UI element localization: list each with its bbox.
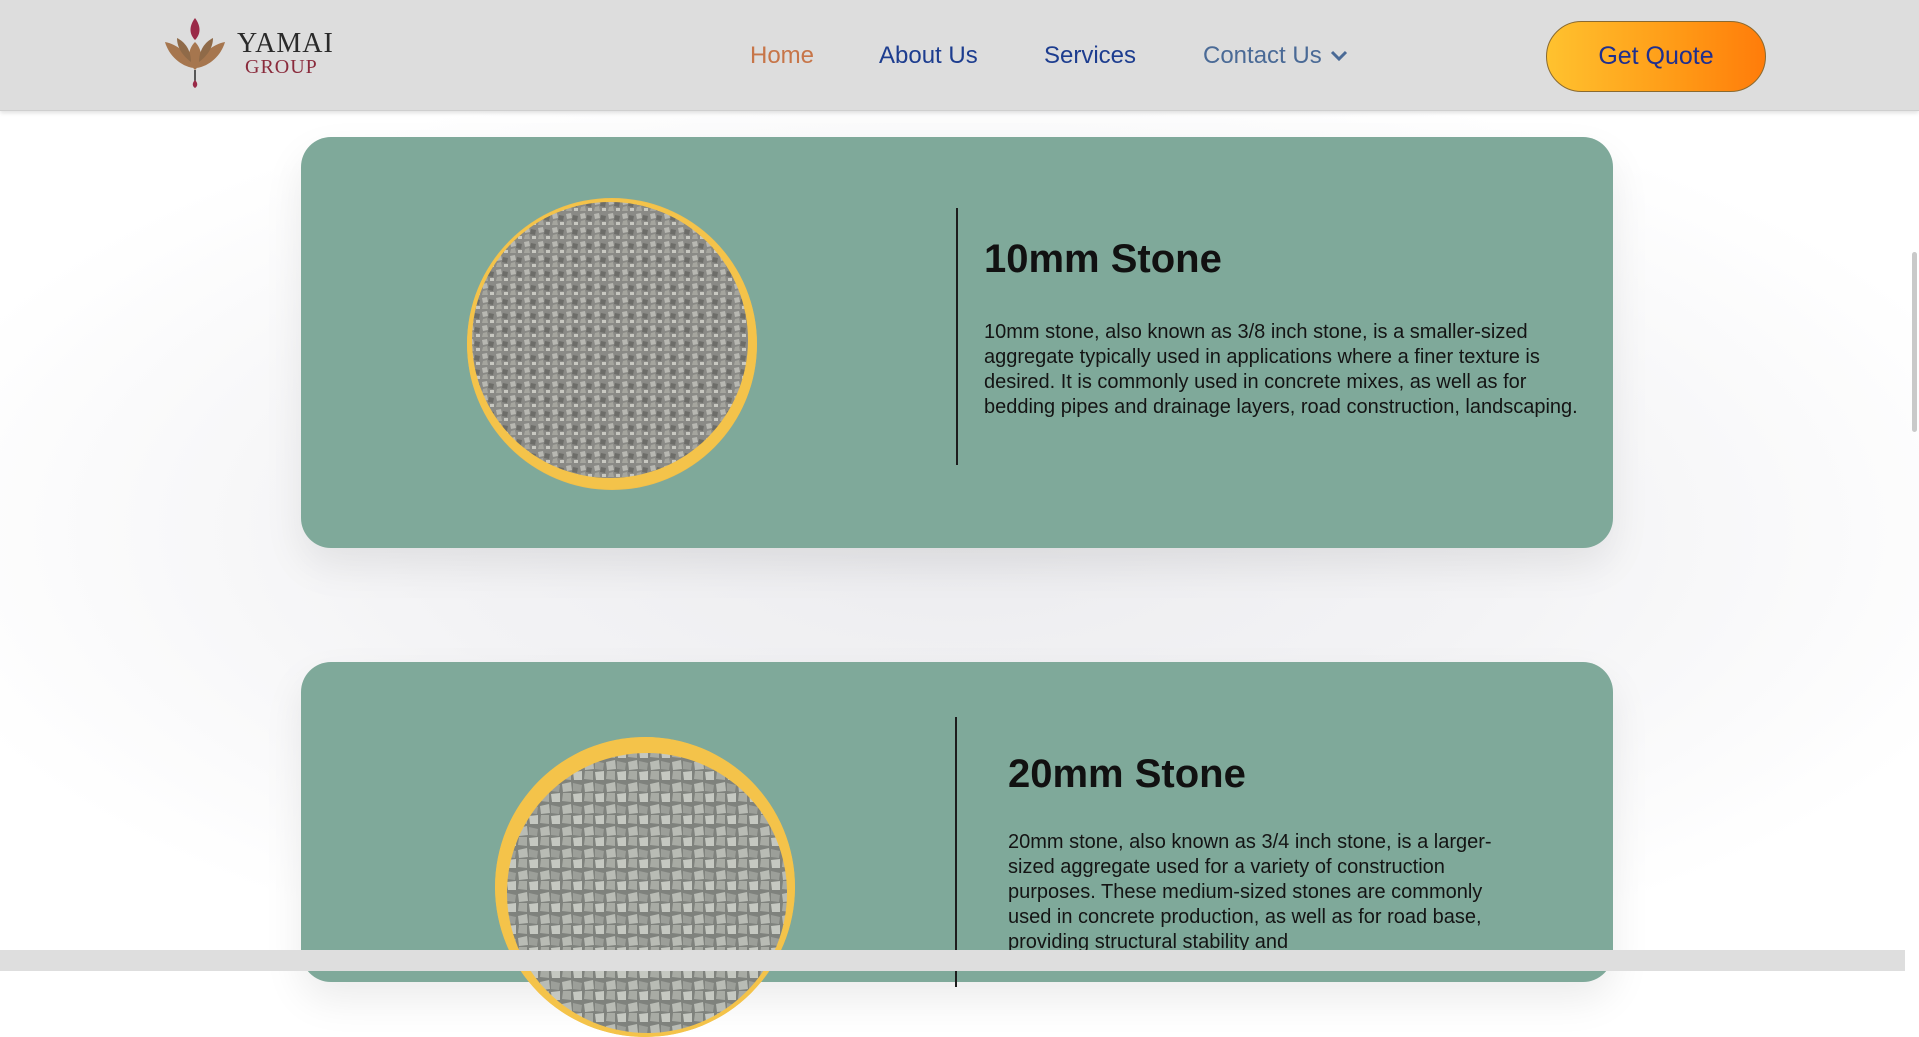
product-title: 20mm Stone: [1008, 752, 1246, 796]
site-header: YAMAI GROUP Home About Us Services Conta…: [0, 0, 1919, 111]
chevron-down-icon: [1330, 50, 1347, 62]
product-title: 10mm Stone: [984, 237, 1222, 281]
nav-contact-us[interactable]: Contact Us: [1203, 42, 1348, 70]
get-quote-button[interactable]: Get Quote: [1546, 21, 1766, 92]
nav-contact-label: Contact Us: [1203, 42, 1322, 69]
product-description: 20mm stone, also known as 3/4 inch stone…: [1008, 831, 1492, 953]
nav-services[interactable]: Services: [1044, 42, 1136, 70]
horizontal-scrollbar[interactable]: [0, 950, 1905, 971]
product-description: 10mm stone, also known as 3/8 inch stone…: [984, 321, 1578, 418]
product-card: 20mm Stone 20mm stone, also known as 3/4…: [301, 662, 1613, 1037]
brand-logo[interactable]: YAMAI GROUP: [155, 12, 345, 92]
gravel-bowl-image: [467, 198, 757, 490]
product-card: 10mm Stone 10mm stone, also known as 3/8…: [301, 137, 1613, 548]
gravel-bowl-image: [495, 737, 795, 1037]
vertical-scrollbar-thumb[interactable]: [1912, 252, 1917, 432]
card-divider: [955, 717, 957, 987]
nav-home[interactable]: Home: [750, 42, 814, 70]
card-divider: [956, 208, 958, 465]
lotus-logo-icon: [165, 18, 225, 88]
brand-subtitle: GROUP: [245, 56, 318, 78]
nav-about-us[interactable]: About Us: [879, 42, 978, 70]
